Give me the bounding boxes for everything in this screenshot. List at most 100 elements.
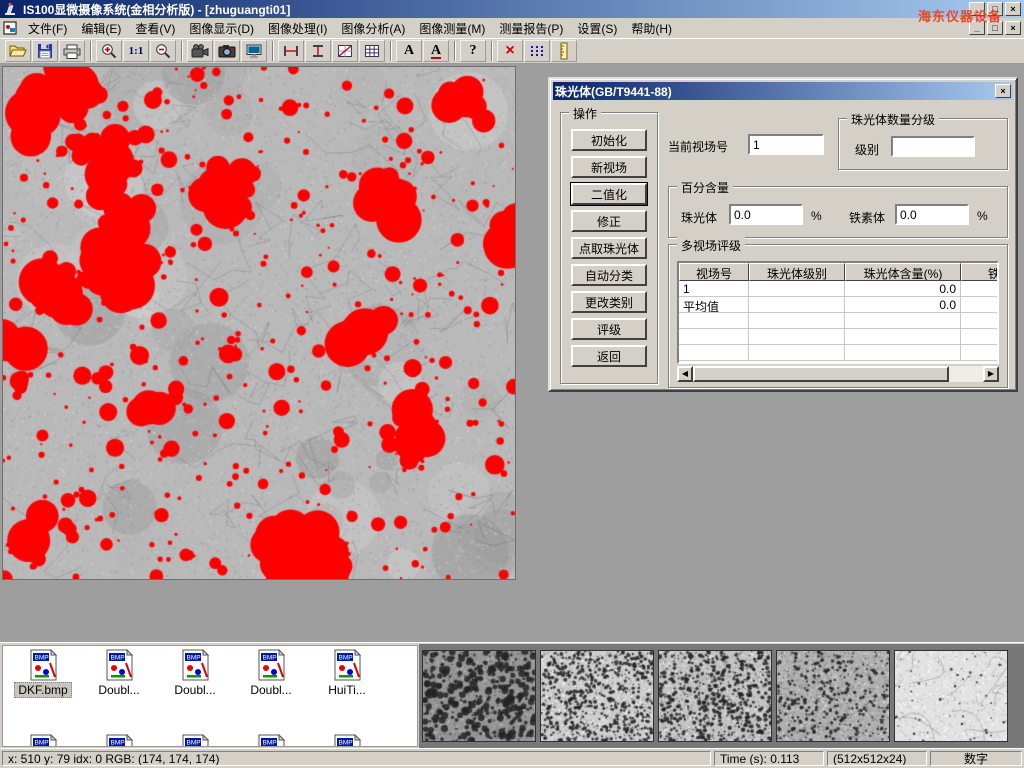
- column-header[interactable]: 铁素体: [961, 263, 999, 281]
- correction-button[interactable]: 修正: [571, 210, 647, 232]
- specimen-image[interactable]: [2, 66, 516, 580]
- ferrite-percent-input[interactable]: [895, 204, 969, 225]
- annotate-button[interactable]: A: [423, 40, 449, 62]
- table-row[interactable]: 10.0: [679, 281, 997, 297]
- svg-text:BMP: BMP: [35, 740, 49, 747]
- status-image-size: (512x512x24): [827, 751, 927, 766]
- video-capture-button[interactable]: [187, 40, 213, 62]
- menu-file[interactable]: 文件(F): [21, 18, 74, 39]
- column-header[interactable]: 珠光体级别: [749, 263, 845, 281]
- save-button[interactable]: [32, 40, 58, 62]
- file-item[interactable]: BMPDKF.bmp: [5, 649, 81, 698]
- pearlite-percent-input[interactable]: [729, 204, 803, 225]
- bmp-file-icon: BMP: [102, 649, 136, 681]
- level-input[interactable]: [891, 136, 975, 157]
- menu-image-analysis[interactable]: 图像分析(A): [334, 18, 412, 39]
- menu-image-process[interactable]: 图像处理(I): [261, 18, 334, 39]
- file-item[interactable]: BMP: [157, 734, 233, 747]
- file-item[interactable]: BMP Doubl...: [81, 649, 157, 698]
- table-cell: [679, 345, 749, 361]
- dialog-title-bar[interactable]: 珠光体(GB/T9441-88) ×: [553, 82, 1013, 100]
- current-field-input[interactable]: [748, 134, 824, 155]
- table-cell: [679, 313, 749, 329]
- camera-button[interactable]: [214, 40, 240, 62]
- file-name: Doubl...: [94, 682, 143, 698]
- menu-image-display[interactable]: 图像显示(D): [182, 18, 261, 39]
- table-row[interactable]: [679, 329, 997, 345]
- menu-help[interactable]: 帮助(H): [624, 18, 679, 39]
- close-button[interactable]: ×: [1005, 2, 1021, 16]
- title-bar[interactable]: IS100显微摄像系统(金相分析版) - [zhuguangti01] _ □ …: [0, 0, 1024, 18]
- grid-button[interactable]: [359, 40, 385, 62]
- table-row[interactable]: 平均值0.0: [679, 297, 997, 313]
- file-item[interactable]: BMPDoubl...: [157, 649, 233, 698]
- toolbar-separator: [90, 41, 92, 61]
- column-header[interactable]: 视场号: [679, 263, 749, 281]
- pearlite-label: 珠光体: [681, 209, 717, 226]
- calibration-icon: [529, 44, 545, 58]
- open-button[interactable]: [5, 40, 31, 62]
- scroll-right-button[interactable]: ▶: [983, 366, 999, 382]
- pick-pearlite-button[interactable]: 点取珠光体: [571, 237, 647, 259]
- measure-horizontal-button[interactable]: [278, 40, 304, 62]
- thumbnail-image[interactable]: [540, 650, 654, 742]
- new-field-button[interactable]: 新视场: [571, 156, 647, 178]
- menu-view[interactable]: 查看(V): [128, 18, 182, 39]
- display-button[interactable]: [241, 40, 267, 62]
- svg-text:BMP: BMP: [339, 655, 353, 662]
- bmp-file-icon: BMP: [26, 734, 60, 747]
- calibration-button[interactable]: [524, 40, 550, 62]
- child-close-button[interactable]: ×: [1005, 21, 1021, 35]
- bmp-file-icon: BMP: [26, 649, 60, 681]
- measure-grid-button[interactable]: [332, 40, 358, 62]
- table-row[interactable]: [679, 313, 997, 329]
- actual-size-button[interactable]: 1:1: [123, 40, 149, 62]
- zoom-out-button[interactable]: [150, 40, 176, 62]
- grade-button[interactable]: 评级: [571, 318, 647, 340]
- help-button[interactable]: ?: [460, 40, 486, 62]
- grading-label: 珠光体数量分级: [847, 111, 939, 128]
- return-button[interactable]: 返回: [571, 345, 647, 367]
- toolbar: 1:1 A A: [0, 38, 1024, 64]
- menu-measure-report[interactable]: 测量报告(P): [492, 18, 570, 39]
- menu-edit[interactable]: 编辑(E): [74, 18, 128, 39]
- scroll-left-button[interactable]: ◀: [677, 366, 693, 382]
- change-class-button[interactable]: 更改类别: [571, 291, 647, 313]
- file-item[interactable]: BMPHuiTi...: [309, 649, 385, 698]
- thumbnail-image[interactable]: [776, 650, 890, 742]
- file-item[interactable]: BMP: [81, 734, 157, 747]
- annotate-icon: A: [431, 44, 441, 59]
- zoom-in-button[interactable]: [96, 40, 122, 62]
- file-item[interactable]: BMP: [309, 734, 385, 747]
- file-item[interactable]: BMP: [233, 734, 309, 747]
- table-row[interactable]: [679, 345, 997, 361]
- dialog-close-button[interactable]: ×: [995, 84, 1011, 98]
- file-item[interactable]: BMPDoubl...: [233, 649, 309, 698]
- thumbnail-strip: [419, 644, 1024, 748]
- svg-text:BMP: BMP: [263, 740, 277, 747]
- scrollbar-thumb[interactable]: [693, 366, 949, 382]
- column-header[interactable]: 珠光体含量(%): [845, 263, 961, 281]
- menu-image-measure[interactable]: 图像测量(M): [412, 18, 492, 39]
- thumbnail-image[interactable]: [422, 650, 536, 742]
- print-button[interactable]: [59, 40, 85, 62]
- binarize-button[interactable]: 二值化: [571, 183, 647, 205]
- ruler-button[interactable]: [551, 40, 577, 62]
- multi-field-table: 视场号珠光体级别珠光体含量(%)铁素体10.0平均值0.0: [677, 261, 999, 364]
- application-window: IS100显微摄像系统(金相分析版) - [zhuguangti01] _ □ …: [0, 0, 1024, 768]
- measure-vertical-button[interactable]: [305, 40, 331, 62]
- cut-icon: ×: [505, 44, 514, 58]
- font-button[interactable]: A: [396, 40, 422, 62]
- scrollbar-track[interactable]: [949, 366, 983, 382]
- auto-classify-button[interactable]: 自动分类: [571, 264, 647, 286]
- thumbnail-image[interactable]: [894, 650, 1008, 742]
- thumbnail-image[interactable]: [658, 650, 772, 742]
- menu-settings[interactable]: 设置(S): [570, 18, 624, 39]
- table-hscrollbar[interactable]: ◀ ▶: [677, 366, 999, 382]
- file-name: DKF.bmp: [14, 682, 71, 698]
- cut-button[interactable]: ×: [497, 40, 523, 62]
- svg-text:BMP: BMP: [111, 655, 125, 662]
- file-item[interactable]: BMP: [5, 734, 81, 747]
- child-window-icon[interactable]: [3, 21, 19, 36]
- initialize-button[interactable]: 初始化: [571, 129, 647, 151]
